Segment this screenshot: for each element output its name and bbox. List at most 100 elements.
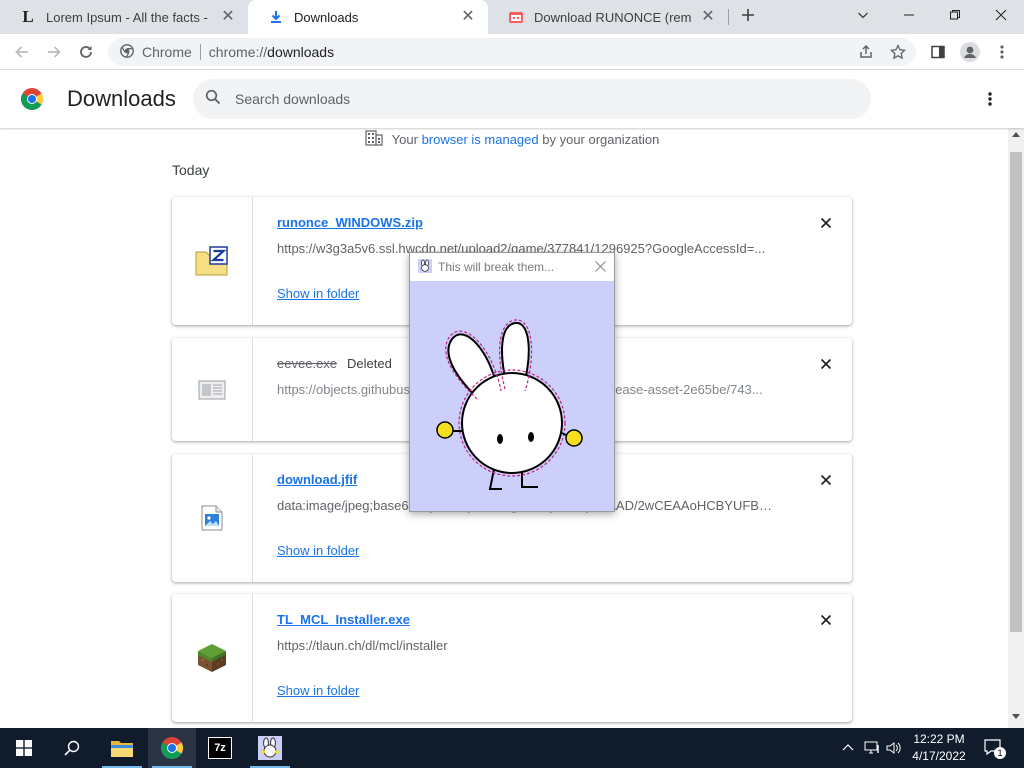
file-name-link[interactable]: runonce_WINDOWS.zip (277, 215, 423, 230)
remove-download-button[interactable] (818, 215, 834, 231)
arrow-left-icon (15, 46, 28, 58)
show-in-folder-link[interactable]: Show in folder (277, 543, 359, 558)
file-name: eevee.exe (277, 356, 337, 371)
close-icon[interactable]: ✕ (220, 9, 236, 25)
notification-center-button[interactable]: 1 (982, 736, 1006, 760)
close-icon (820, 614, 832, 626)
close-icon (820, 217, 832, 229)
tab-title: Download RUNONCE (remember me) (534, 9, 692, 25)
clock-time: 12:22 PM (913, 732, 965, 746)
date-section-label: Today (172, 162, 210, 178)
notification-count-badge: 1 (994, 747, 1006, 759)
bookmark-button[interactable] (886, 40, 910, 64)
scrollbar-thumb[interactable] (1010, 152, 1022, 632)
search-input[interactable] (235, 91, 835, 107)
bunny-app-icon (258, 736, 282, 760)
file-icon-column (172, 197, 253, 325)
search-icon (64, 740, 80, 756)
zip-archive-icon (195, 246, 228, 276)
page-title: Downloads (67, 86, 176, 111)
profile-button[interactable] (958, 40, 982, 64)
chevron-down-icon (858, 12, 868, 19)
show-hidden-icons-button[interactable] (838, 738, 858, 758)
download-item: TL_MCL_Installer.exe https://tlaun.ch/dl… (172, 594, 852, 722)
minimize-button[interactable] (886, 0, 932, 30)
tab-downloads[interactable]: Downloads ✕ (248, 0, 488, 34)
scroll-down-arrow-icon[interactable] (1012, 714, 1020, 719)
remove-download-button[interactable] (818, 612, 834, 628)
page-scrollbar[interactable] (1008, 128, 1024, 728)
tab-lorem-ipsum[interactable]: L Lorem Ipsum - All the facts - Lipsum g… (0, 0, 248, 34)
tab-strip: L Lorem Ipsum - All the facts - Lipsum g… (0, 0, 1024, 34)
grass-block-icon (198, 644, 226, 672)
share-button[interactable] (854, 40, 878, 64)
tab-title: Lorem Ipsum - All the facts - Lipsum gen… (46, 9, 212, 25)
popup-title: This will break them... (438, 260, 555, 274)
tab-search-button[interactable] (840, 0, 886, 30)
file-icon-column (172, 338, 253, 441)
close-icon[interactable]: ✕ (700, 9, 716, 25)
file-url[interactable]: https://tlaun.ch/dl/mcl/installer (277, 638, 777, 653)
windows-taskbar: 7z 12:22 PM 4/17/2022 1 (0, 728, 1024, 768)
back-button[interactable] (10, 40, 34, 64)
tab-title: Downloads (294, 9, 359, 25)
7zip-taskbar-button[interactable]: 7z (196, 728, 244, 768)
side-panel-button[interactable] (926, 40, 950, 64)
managed-prefix: Your (391, 131, 418, 147)
building-icon (365, 129, 383, 149)
search-downloads-box[interactable] (193, 79, 871, 119)
popup-close-button[interactable] (592, 258, 608, 274)
managed-notice: Your browser is managed by your organiza… (0, 128, 1008, 150)
address-bar[interactable]: Chrome chrome://downloads (108, 38, 916, 66)
close-icon[interactable]: ✕ (460, 9, 476, 25)
avatar-icon (960, 42, 980, 62)
scroll-up-arrow-icon[interactable] (1012, 132, 1020, 137)
remove-download-button[interactable] (818, 472, 834, 488)
side-panel-icon (931, 45, 945, 59)
browser-toolbar: Chrome chrome://downloads (0, 34, 1024, 70)
share-icon (860, 44, 872, 58)
restore-button[interactable] (932, 0, 978, 30)
clock-date: 4/17/2022 (912, 749, 966, 763)
file-icon-column (172, 454, 253, 582)
generic-file-icon (198, 380, 226, 399)
file-icon-column (172, 594, 253, 722)
bunny-app-taskbar-button[interactable] (246, 728, 294, 768)
start-button[interactable] (0, 728, 48, 768)
remove-download-button[interactable] (818, 356, 834, 372)
download-icon (268, 9, 284, 25)
downloads-menu-button[interactable] (978, 87, 1002, 111)
file-name-link[interactable]: download.jfif (277, 472, 357, 487)
close-window-button[interactable] (978, 0, 1024, 30)
restore-icon (950, 10, 960, 20)
tab-runonce[interactable]: Download RUNONCE (remember me) ✕ (488, 0, 728, 34)
system-clock[interactable]: 12:22 PM 4/17/2022 (900, 731, 978, 765)
chrome-menu-button[interactable] (990, 40, 1014, 64)
file-name-link[interactable]: TL_MCL_Installer.exe (277, 612, 410, 627)
kebab-menu-icon (988, 92, 992, 106)
taskbar-search-button[interactable] (48, 728, 96, 768)
show-in-folder-link[interactable]: Show in folder (277, 286, 359, 301)
bunny-character-image (436, 319, 583, 490)
url-host: downloads (267, 44, 335, 60)
show-in-folder-link[interactable]: Show in folder (277, 683, 359, 698)
url-scheme: chrome:// (208, 44, 268, 60)
chrome-taskbar-button[interactable] (148, 728, 196, 768)
close-icon (594, 260, 606, 272)
minimize-icon (904, 14, 914, 16)
arrow-right-icon (48, 46, 61, 58)
managed-link[interactable]: browser is managed (422, 132, 539, 147)
popup-window[interactable]: This will break them... (409, 252, 615, 512)
close-icon (995, 9, 1007, 21)
new-tab-button[interactable] (737, 6, 759, 28)
popup-title-bar[interactable]: This will break them... (410, 253, 614, 281)
chrome-logo-icon (160, 737, 184, 760)
file-explorer-button[interactable] (98, 728, 146, 768)
kebab-menu-icon (1000, 45, 1004, 59)
network-icon[interactable] (862, 738, 882, 758)
tab-divider (728, 9, 729, 25)
image-file-icon (201, 505, 223, 531)
reload-button[interactable] (74, 40, 98, 64)
forward-button[interactable] (42, 40, 66, 64)
site-chip-label: Chrome (142, 44, 192, 60)
